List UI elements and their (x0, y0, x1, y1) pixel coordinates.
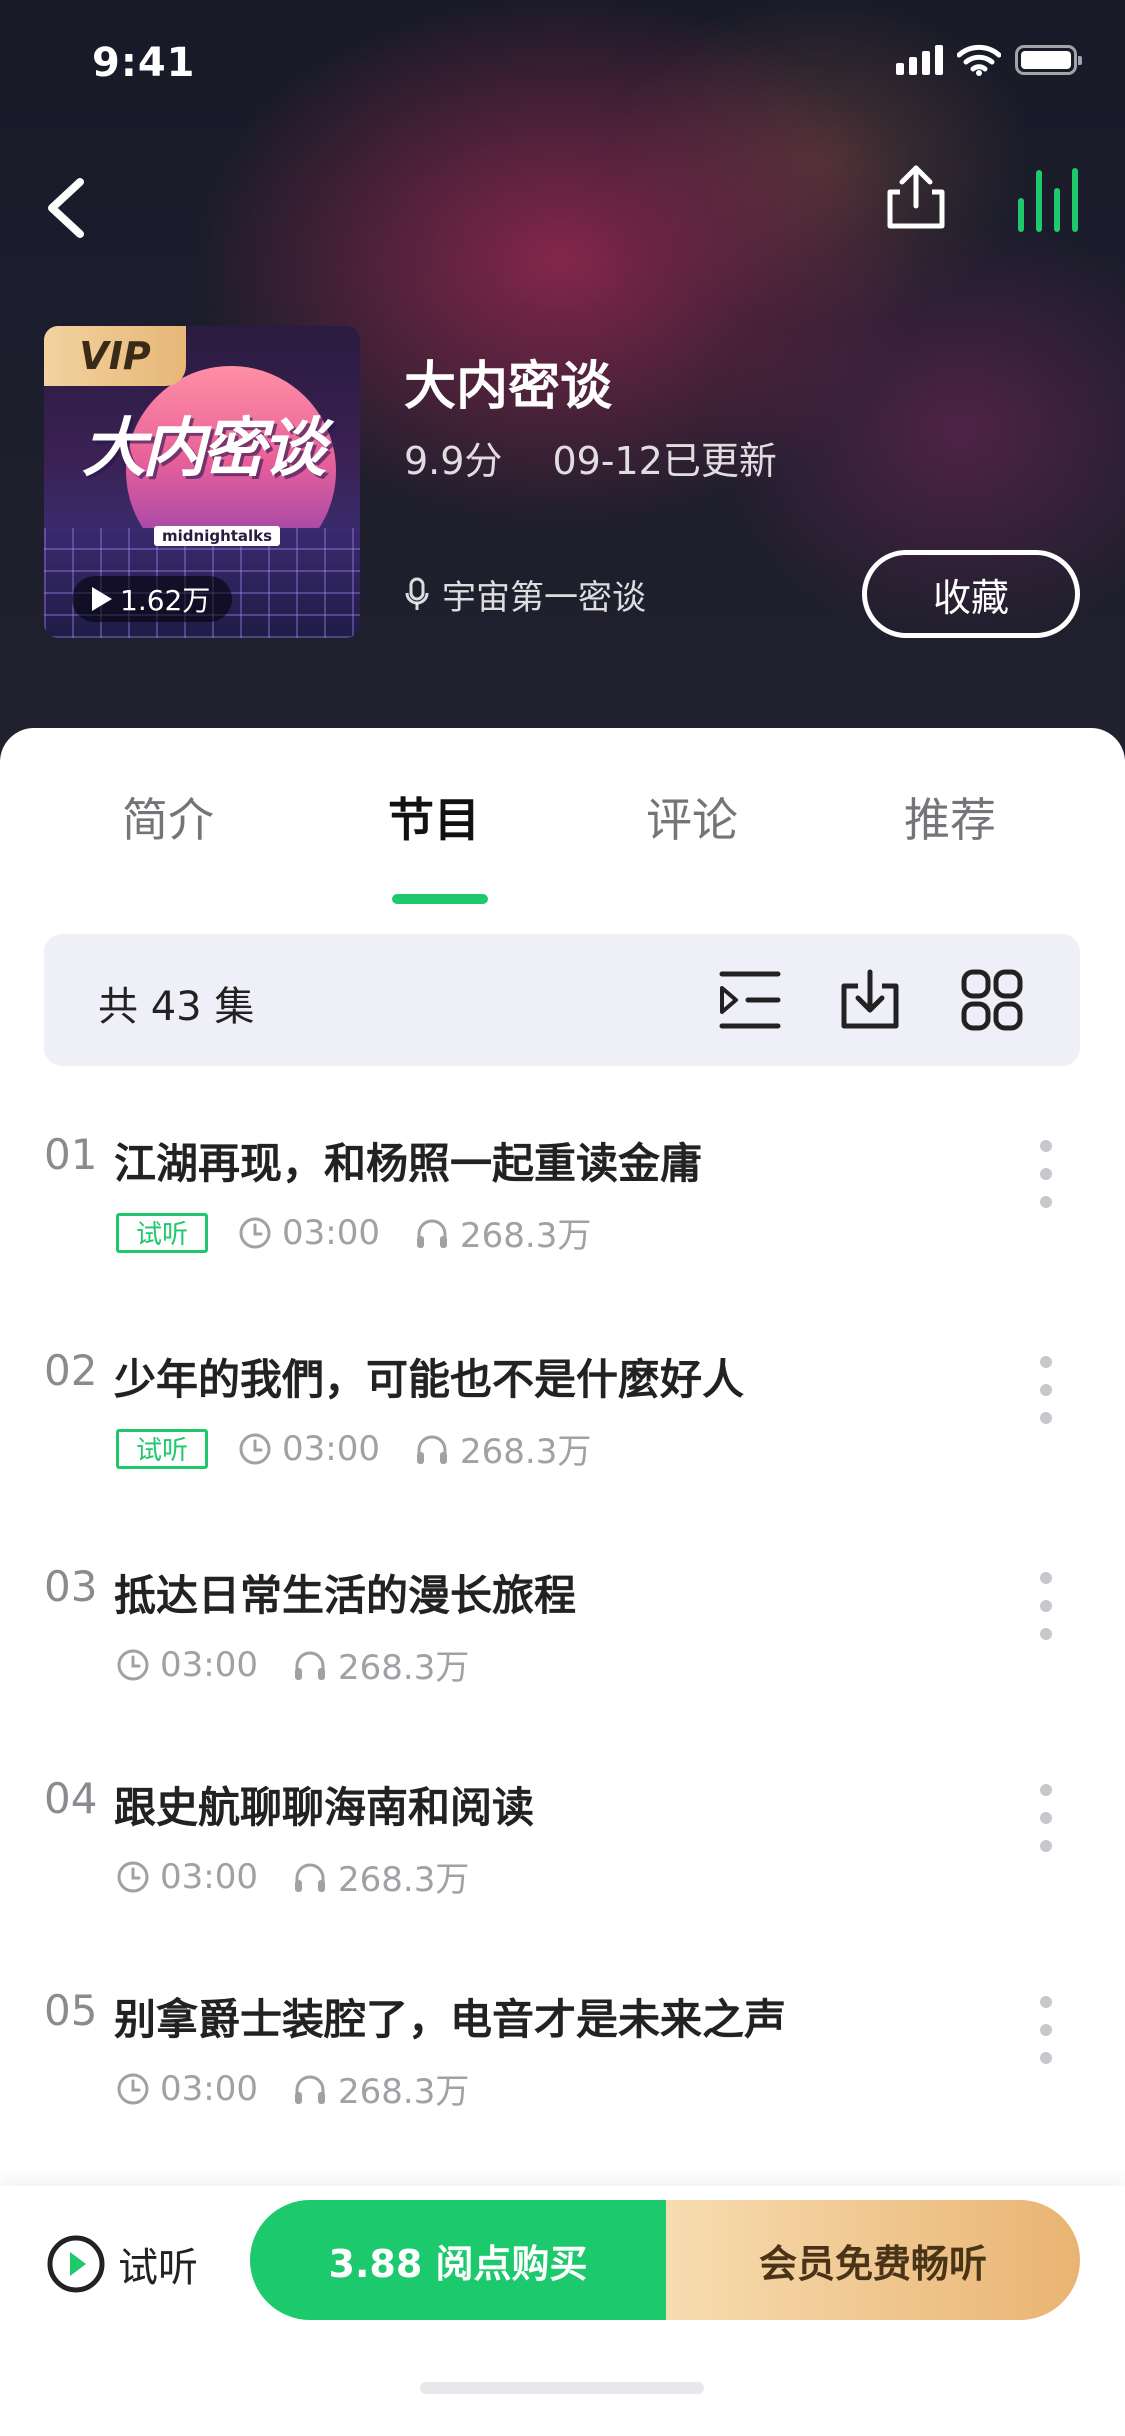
content-panel: 简介 节目 评论 推荐 共 43 集 01 江湖再现，和杨照一起重读金庸 试听 … (0, 728, 1125, 2436)
tab-intro[interactable]: 简介 (122, 784, 214, 850)
tab-recommend[interactable]: 推荐 (904, 784, 996, 850)
trial-listen-button[interactable]: 试听 (46, 2234, 198, 2294)
sound-wave-icon[interactable] (1012, 160, 1092, 240)
download-icon[interactable] (834, 964, 906, 1036)
album-host[interactable]: 宇宙第一密谈 (404, 570, 646, 619)
play-count: 1.62万 (72, 576, 233, 622)
episode-title[interactable]: 跟史航聊聊海南和阅读 (114, 1774, 534, 1835)
episode-duration: 03:00 (160, 1644, 258, 1685)
more-vertical-icon[interactable] (1034, 1784, 1058, 1854)
episode-listens: 268.3万 (459, 1432, 592, 1472)
cover-subtitle: midnightalks (154, 526, 281, 546)
episode-title[interactable]: 抵达日常生活的漫长旅程 (114, 1562, 576, 1623)
more-vertical-icon[interactable] (1034, 1356, 1058, 1426)
episode-item[interactable]: 02 少年的我們，可能也不是什麼好人 试听 03:00 268.3万 (44, 1346, 1084, 1496)
episode-meta: 试听 03:00 268.3万 (116, 1424, 625, 1473)
episode-count: 共 43 集 (98, 984, 255, 1030)
clock-icon (117, 1861, 149, 1892)
episode-number: 02 (44, 1346, 98, 1395)
headphones-icon (294, 2075, 325, 2104)
episode-title[interactable]: 别拿爵士装腔了，电音才是未来之声 (114, 1986, 786, 2047)
trial-badge: 试听 (116, 1428, 208, 1469)
headphones-icon (294, 1651, 325, 1680)
episode-meta: 03:00 268.3万 (116, 1640, 503, 1689)
purchase-bar: 试听 3.88 阅点购买 会员免费畅听 (0, 2186, 1125, 2436)
more-vertical-icon[interactable] (1034, 1572, 1058, 1642)
episode-duration: 03:00 (282, 1428, 380, 1469)
cover-title: 大内密谈 (82, 412, 326, 486)
album-updated: 09-12已更新 (552, 439, 777, 483)
chevron-left-icon[interactable] (36, 172, 96, 244)
status-time: 9:41 (92, 40, 196, 86)
trial-listen-label: 试听 (118, 2245, 198, 2291)
wifi-icon (957, 44, 1001, 76)
play-icon (92, 587, 112, 611)
share-icon[interactable] (876, 160, 956, 240)
tab-comments[interactable]: 评论 (646, 784, 738, 850)
sort-list-icon[interactable] (714, 964, 786, 1036)
vip-badge: VIP (44, 326, 186, 386)
collect-button[interactable]: 收藏 (862, 550, 1080, 638)
signal-icon (896, 45, 943, 75)
clock-icon (239, 1217, 271, 1248)
episode-item[interactable]: 05 别拿爵士装腔了，电音才是未来之声 03:00 268.3万 (44, 1986, 1084, 2136)
active-tab-indicator (392, 894, 488, 904)
headphones-icon (294, 1863, 325, 1892)
episode-listens: 268.3万 (459, 1216, 592, 1256)
clock-icon (117, 1649, 149, 1680)
play-circle-icon (47, 2235, 105, 2293)
host-name: 宇宙第一密谈 (442, 578, 646, 618)
buy-button[interactable]: 3.88 阅点购买 (250, 2200, 666, 2320)
more-vertical-icon[interactable] (1034, 1996, 1058, 2066)
trial-badge: 试听 (116, 1212, 208, 1253)
play-count-value: 1.62万 (120, 584, 211, 617)
status-icons (896, 44, 1082, 76)
episode-listens: 268.3万 (337, 1648, 470, 1688)
clock-icon (117, 2073, 149, 2104)
episode-number: 01 (44, 1130, 98, 1179)
episode-title[interactable]: 江湖再现，和杨照一起重读金庸 (114, 1130, 702, 1191)
episode-duration: 03:00 (160, 1856, 258, 1897)
episode-duration: 03:00 (160, 2068, 258, 2109)
episode-item[interactable]: 04 跟史航聊聊海南和阅读 03:00 268.3万 (44, 1774, 1084, 1924)
episode-meta: 试听 03:00 268.3万 (116, 1208, 625, 1257)
vip-free-listen-button[interactable]: 会员免费畅听 (666, 2200, 1080, 2320)
headphones-icon (416, 1219, 447, 1248)
clock-icon (239, 1433, 271, 1464)
tab-episodes[interactable]: 节目 (388, 784, 480, 850)
album-cover[interactable]: 大内密谈 midnightalks VIP 1.62万 (44, 326, 360, 638)
episode-toolbar: 共 43 集 (44, 934, 1080, 1066)
episode-number: 04 (44, 1774, 98, 1823)
episode-number: 03 (44, 1562, 98, 1611)
episode-title[interactable]: 少年的我們，可能也不是什麼好人 (114, 1346, 744, 1407)
tab-bar: 简介 节目 评论 推荐 (0, 784, 1125, 904)
home-indicator[interactable] (420, 2382, 704, 2394)
episode-number: 05 (44, 1986, 98, 2035)
episode-meta: 03:00 268.3万 (116, 1852, 503, 1901)
album-meta: 9.9分 09-12已更新 (404, 430, 777, 485)
episode-item[interactable]: 01 江湖再现，和杨照一起重读金庸 试听 03:00 268.3万 (44, 1130, 1084, 1280)
album-header: 9:41 大内密谈 midnightalks VIP 1.62万 大内密谈 9.… (0, 0, 1125, 760)
episode-meta: 03:00 268.3万 (116, 2064, 503, 2113)
headphones-icon (416, 1435, 447, 1464)
episode-duration: 03:00 (282, 1212, 380, 1253)
battery-icon (1015, 45, 1082, 75)
episode-item[interactable]: 03 抵达日常生活的漫长旅程 03:00 268.3万 (44, 1562, 1084, 1712)
episode-listens: 268.3万 (337, 2072, 470, 2112)
microphone-icon (405, 577, 429, 610)
album-score: 9.9分 (404, 439, 503, 483)
grid-icon[interactable] (956, 964, 1028, 1036)
episode-listens: 268.3万 (337, 1860, 470, 1900)
more-vertical-icon[interactable] (1034, 1140, 1058, 1210)
album-title: 大内密谈 (404, 357, 613, 417)
